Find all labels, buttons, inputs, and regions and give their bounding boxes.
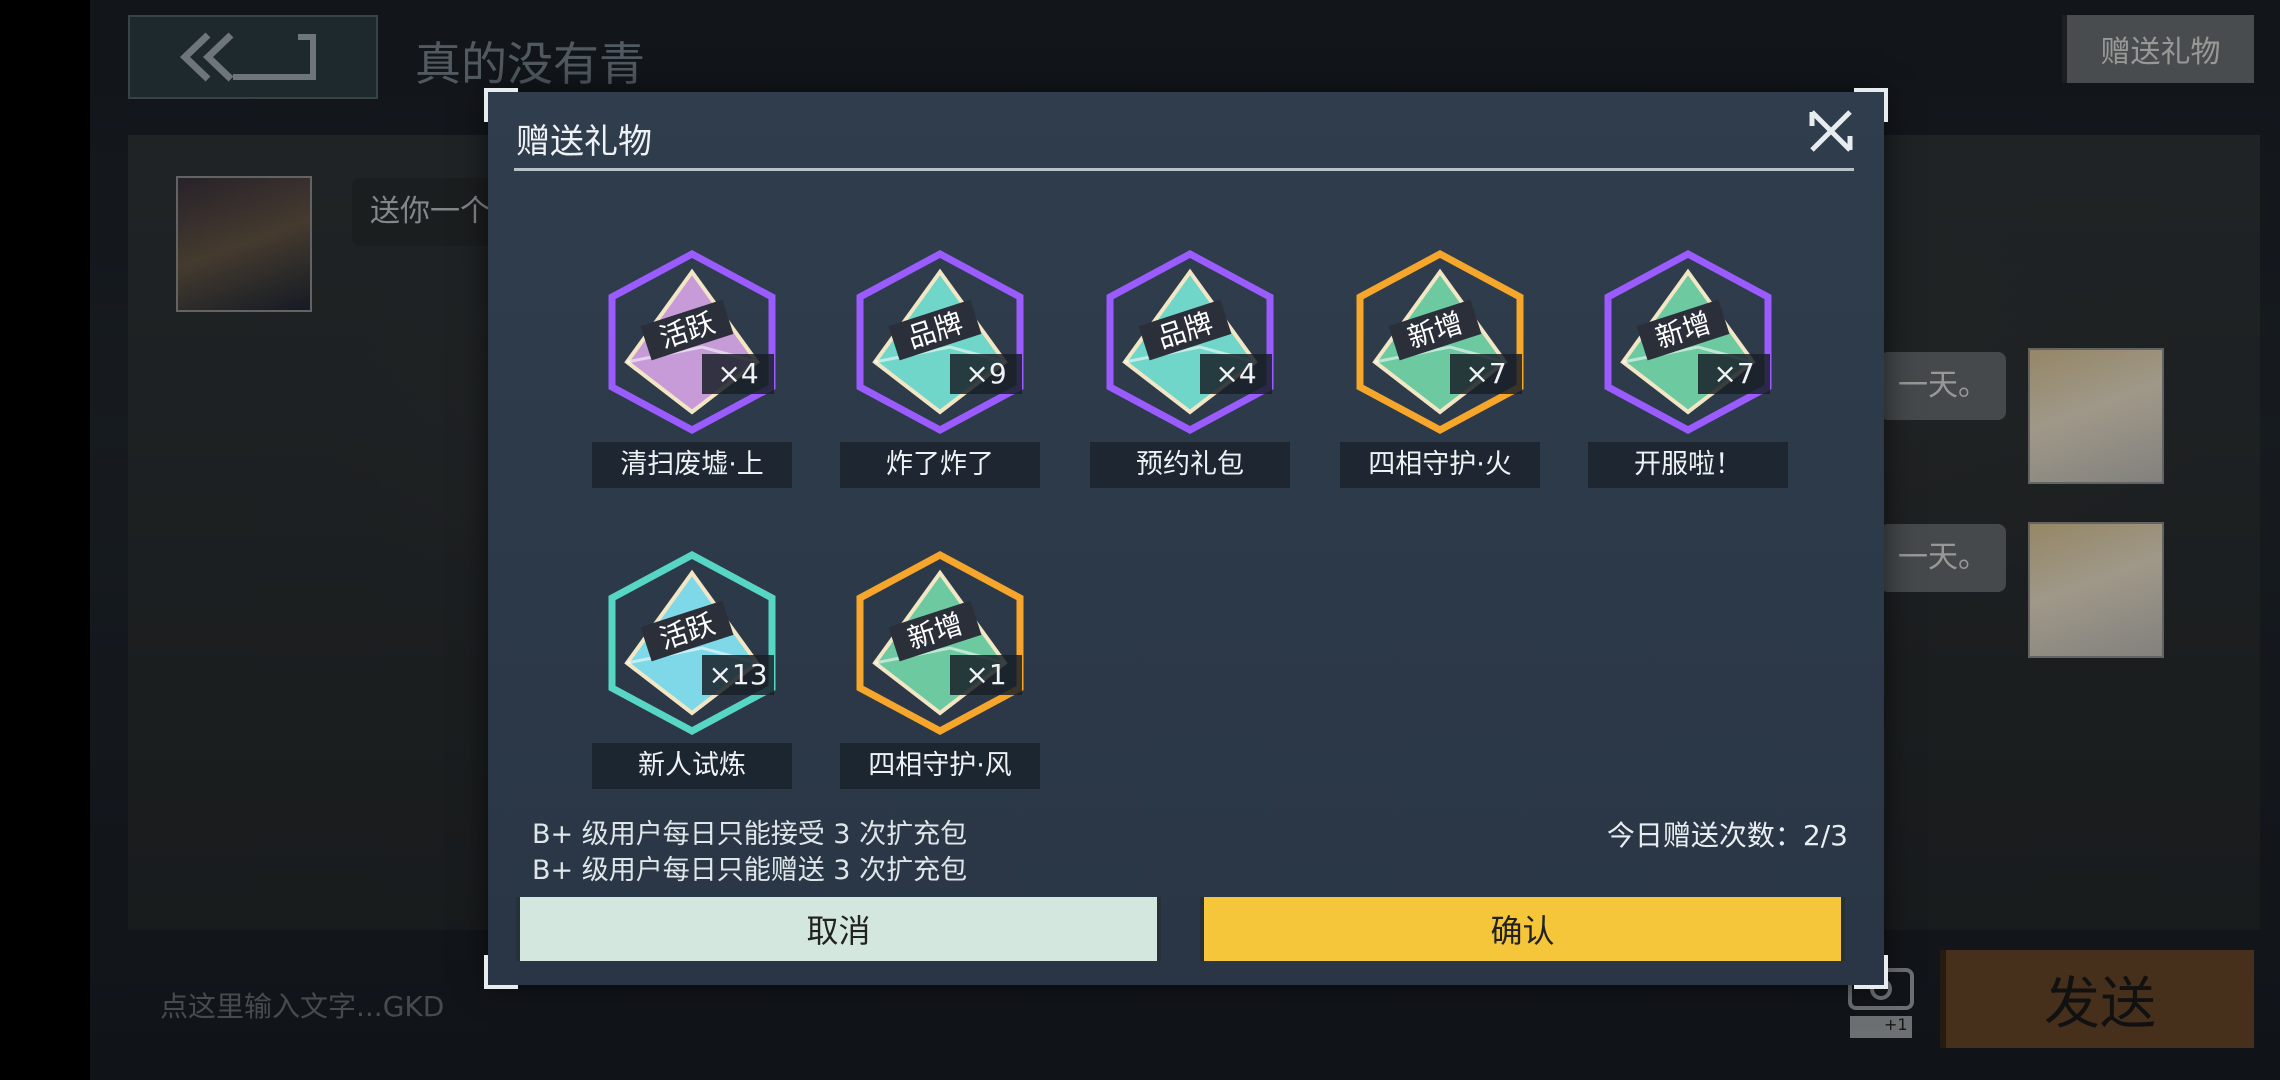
- title-divider: [514, 168, 1854, 171]
- rule-text: B+ 级用户每日只能赠送 3 次扩充包: [532, 855, 968, 886]
- gift-pack-icon: 品牌: [856, 250, 1024, 434]
- corner-decoration: [1854, 88, 1888, 122]
- gift-item[interactable]: 活跃 ×13 新人试炼: [592, 543, 792, 793]
- gift-count: ×7: [1450, 354, 1522, 394]
- corner-decoration: [1854, 955, 1888, 989]
- gift-name: 清扫废墟·上: [592, 442, 792, 488]
- gift-name: 炸了炸了: [840, 442, 1040, 488]
- close-icon: [1809, 110, 1853, 152]
- gift-name: 开服啦！: [1588, 442, 1788, 488]
- gift-name: 四相守护·风: [840, 743, 1040, 789]
- gift-dialog: 赠送礼物 活跃 ×4 清扫废墟·上 品牌 ×9 炸了炸了 品牌 ×4 预约礼包 新增 ×7 四相…: [484, 88, 1888, 989]
- rule-text: B+ 级用户每日只能接受 3 次扩充包: [532, 819, 968, 850]
- confirm-button[interactable]: 确认: [1200, 897, 1845, 961]
- gift-name: 预约礼包: [1090, 442, 1290, 488]
- gift-item[interactable]: 品牌 ×9 炸了炸了: [840, 242, 1040, 492]
- gift-pack-icon: 活跃: [608, 551, 776, 735]
- daily-gift-count: 今日赠送次数：2/3: [1606, 819, 1848, 852]
- gift-item[interactable]: 新增 ×7 四相守护·火: [1340, 242, 1540, 492]
- corner-decoration: [484, 955, 518, 989]
- gift-pack-icon: 新增: [1356, 250, 1524, 434]
- gift-item[interactable]: 新增 ×7 开服啦！: [1588, 242, 1788, 492]
- gift-pack-icon: 新增: [856, 551, 1024, 735]
- dialog-title: 赠送礼物: [516, 122, 652, 162]
- gift-count: ×4: [1200, 354, 1272, 394]
- gift-pack-icon: 活跃: [608, 250, 776, 434]
- gift-item[interactable]: 新增 ×1 四相守护·风: [840, 543, 1040, 793]
- gift-pack-icon: 新增: [1604, 250, 1772, 434]
- gift-count: ×13: [702, 655, 774, 695]
- gift-item[interactable]: 活跃 ×4 清扫废墟·上: [592, 242, 792, 492]
- gift-pack-icon: 品牌: [1106, 250, 1274, 434]
- close-button[interactable]: [1804, 104, 1858, 158]
- gift-count: ×9: [950, 354, 1022, 394]
- gift-count: ×1: [950, 655, 1022, 695]
- gift-count: ×4: [702, 354, 774, 394]
- gift-item[interactable]: 品牌 ×4 预约礼包: [1090, 242, 1290, 492]
- gift-name: 四相守护·火: [1340, 442, 1540, 488]
- cancel-button[interactable]: 取消: [516, 897, 1161, 961]
- gift-name: 新人试炼: [592, 743, 792, 789]
- gift-count: ×7: [1698, 354, 1770, 394]
- corner-decoration: [484, 88, 518, 122]
